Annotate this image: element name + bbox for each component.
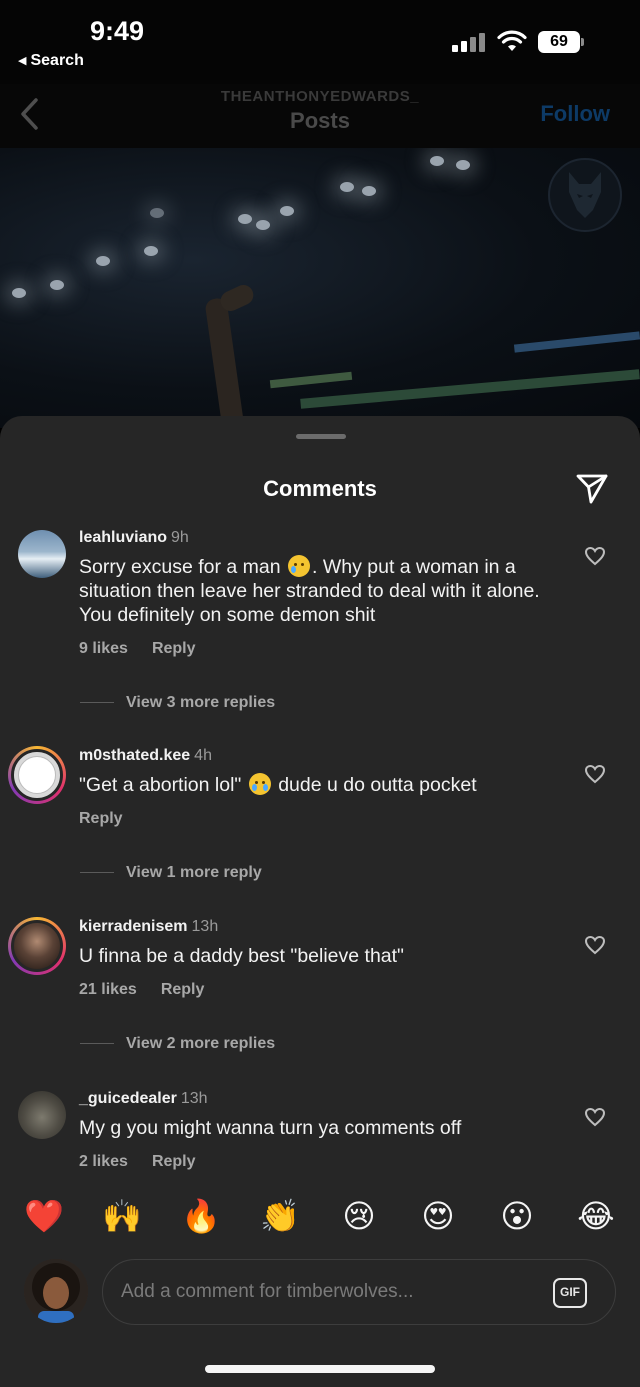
reaction-clapping-icon[interactable]: 👏: [260, 1196, 300, 1236]
view-more-replies[interactable]: View 1 more reply: [80, 864, 262, 882]
username-text: _guicedealer: [79, 1090, 177, 1107]
crying-face-icon: [288, 555, 311, 577]
reply-button[interactable]: Reply: [152, 1153, 196, 1170]
reaction-fire-icon[interactable]: 🔥: [181, 1196, 221, 1236]
screen: 9:49 ◀ Search 69 THEANTHONYEDWARDS_ Posts…: [0, 0, 640, 1387]
likes-count[interactable]: 9 likes: [79, 640, 128, 657]
like-heart-icon[interactable]: [584, 764, 606, 784]
like-heart-icon[interactable]: [584, 546, 606, 566]
comment-text-part: dude u do outta pocket: [278, 774, 477, 796]
quick-reaction-bar: ❤️ 🙌 🔥 👏 😢 😍 😮 😂: [0, 1196, 640, 1236]
username-text: kierradenisem: [79, 918, 188, 935]
view-more-replies[interactable]: View 3 more replies: [80, 694, 275, 712]
team-logo: [548, 158, 622, 232]
sheet-grabber[interactable]: [296, 434, 346, 439]
status-bar: 9:49 ◀ Search 69: [0, 0, 640, 84]
loudly-crying-face-icon: [248, 773, 271, 795]
replies-divider: [80, 1043, 114, 1045]
like-heart-icon[interactable]: [584, 935, 606, 955]
reaction-raising-hands-icon[interactable]: 🙌: [102, 1196, 142, 1236]
avatar[interactable]: [8, 917, 66, 975]
replies-divider: [80, 702, 114, 704]
player-arm: [204, 297, 246, 428]
arena-light: [150, 208, 164, 218]
comment-time: 13h: [191, 918, 219, 935]
arena-light: [456, 160, 470, 170]
view-more-replies[interactable]: View 2 more replies: [80, 1035, 275, 1053]
back-app-label: Search: [30, 52, 84, 69]
app-header: THEANTHONYEDWARDS_ Posts Follow: [0, 84, 640, 148]
comment-time: 4h: [194, 747, 212, 764]
back-to-search-link[interactable]: ◀ Search: [18, 52, 84, 70]
reaction-laughing-icon[interactable]: 😂: [576, 1196, 616, 1236]
comment-meta: Reply: [79, 810, 147, 828]
arena-light: [238, 214, 252, 224]
reply-button[interactable]: Reply: [152, 640, 196, 657]
arena-light: [96, 256, 110, 266]
arena-light: [430, 156, 444, 166]
profile-photo: [24, 1259, 88, 1323]
view-replies-label: View 1 more reply: [126, 864, 262, 881]
home-indicator[interactable]: [205, 1365, 435, 1373]
comment-username[interactable]: m0sthated.kee 4h: [79, 747, 212, 765]
comment-composer: GIF: [102, 1259, 616, 1325]
reaction-crying-icon[interactable]: 😢: [339, 1196, 379, 1236]
follow-button[interactable]: Follow: [540, 101, 610, 127]
wolf-icon: [569, 172, 601, 218]
arena-light: [362, 186, 376, 196]
comment-username[interactable]: leahluviano 9h: [79, 529, 189, 547]
arena-light: [50, 280, 64, 290]
avatar[interactable]: [8, 746, 66, 804]
arena-banner: [269, 371, 353, 389]
battery-nub: [581, 38, 584, 46]
replies-divider: [80, 872, 114, 874]
comment-text: "Get a abortion lol" dude u do outta poc…: [79, 773, 559, 797]
battery-indicator: 69: [538, 31, 580, 53]
avatar[interactable]: [18, 1091, 66, 1139]
comment-username[interactable]: _guicedealer 13h: [79, 1090, 208, 1108]
like-heart-icon[interactable]: [584, 1107, 606, 1127]
sheet-title: Comments: [263, 476, 377, 501]
arena-light: [256, 220, 270, 230]
back-triangle-icon: ◀: [18, 55, 27, 67]
comment-text: Sorry excuse for a man . Why put a woman…: [79, 555, 559, 627]
likes-count[interactable]: 2 likes: [79, 1153, 128, 1170]
avatar[interactable]: [18, 530, 66, 578]
arena-light: [340, 182, 354, 192]
comment-meta: 9 likes Reply: [79, 640, 220, 658]
arena-banner: [513, 331, 640, 353]
arena-light: [280, 206, 294, 216]
reaction-surprised-icon[interactable]: 😮: [497, 1196, 537, 1236]
comment-text: My g you might wanna turn ya comments of…: [79, 1117, 462, 1139]
arena-light: [144, 246, 158, 256]
comment-input[interactable]: [121, 1276, 541, 1308]
wifi-icon: [497, 30, 527, 51]
comment-meta: 2 likes Reply: [79, 1153, 220, 1171]
reaction-heart-eyes-icon[interactable]: 😍: [418, 1196, 458, 1236]
comment-text-part: Sorry excuse for a man: [79, 556, 281, 578]
current-user-avatar: [24, 1259, 88, 1323]
post-image: [0, 148, 640, 428]
view-replies-label: View 3 more replies: [126, 694, 276, 711]
cellular-signal-icon: [452, 32, 488, 52]
username-text: m0sthated.kee: [79, 747, 191, 764]
reaction-heart-icon[interactable]: ❤️: [24, 1196, 64, 1236]
likes-count[interactable]: 21 likes: [79, 981, 137, 998]
reply-button[interactable]: Reply: [79, 810, 123, 827]
username-text: leahluviano: [79, 529, 168, 546]
view-replies-label: View 2 more replies: [126, 1035, 276, 1052]
comment-text-part: "Get a abortion lol": [79, 774, 242, 796]
comment-meta: 21 likes Reply: [79, 981, 228, 999]
comment-text: U finna be a daddy best "believe that": [79, 945, 404, 967]
comment-username[interactable]: kierradenisem 13h: [79, 918, 218, 936]
gif-button[interactable]: GIF: [553, 1278, 587, 1308]
reply-button[interactable]: Reply: [161, 981, 205, 998]
share-paper-plane-icon[interactable]: [574, 470, 610, 506]
comment-time: 9h: [171, 529, 189, 546]
arena-light: [12, 288, 26, 298]
comment-time: 13h: [180, 1090, 208, 1107]
clock: 9:49: [90, 16, 145, 46]
